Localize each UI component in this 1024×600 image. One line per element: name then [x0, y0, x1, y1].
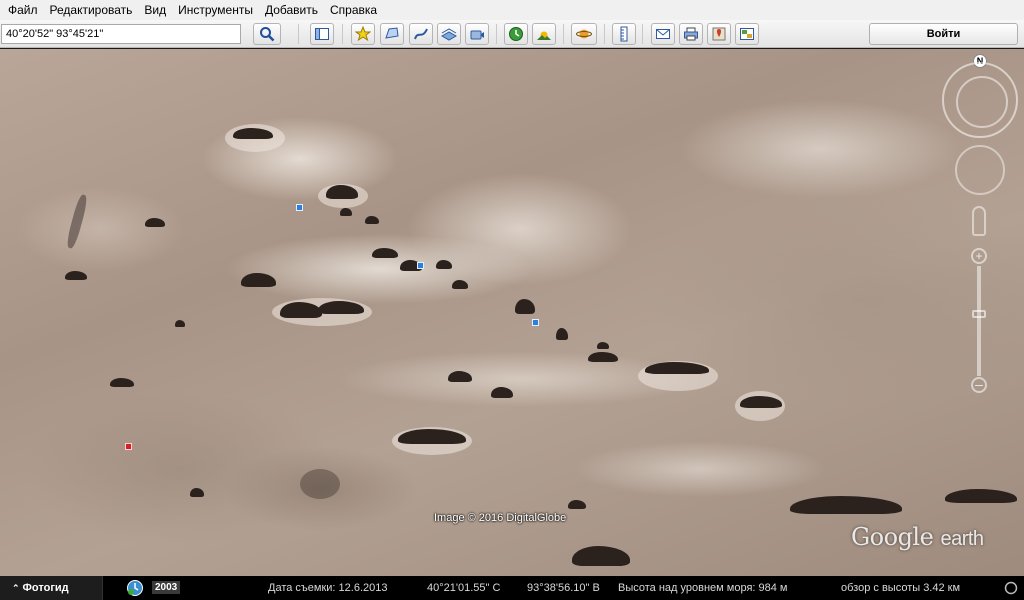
menu-view[interactable]: Вид [140, 0, 174, 20]
menu-help[interactable]: Справка [326, 0, 385, 20]
rock-outcrop [572, 546, 630, 566]
rock-outcrop [568, 500, 586, 509]
rock-outcrop [372, 248, 398, 258]
streaming-indicator-icon [1004, 581, 1018, 595]
map-view[interactable]: Image © 2016 DigitalGlobe Google earth [0, 49, 1024, 576]
dark-depression [300, 469, 340, 499]
print-button[interactable] [679, 23, 703, 45]
planets-button[interactable] [571, 23, 597, 45]
longitude-readout: 93°38'56.10" В [527, 582, 600, 594]
rock-outcrop [597, 342, 609, 349]
rock-outcrop [945, 489, 1017, 503]
clock-icon [509, 27, 523, 41]
eye-altitude-readout: обзор с высоты 3.42 км [841, 582, 961, 594]
sidebar-toggle-button[interactable] [310, 23, 334, 45]
polygon-icon [385, 27, 399, 39]
rock-outcrop [326, 185, 358, 199]
rock-outcrop [145, 218, 165, 227]
rock-outcrop [175, 320, 185, 327]
status-bar: ⌃ Фотогид 2003 Дата съемки: 12.6.2013 40… [0, 576, 1024, 600]
save-image-button[interactable] [735, 23, 759, 45]
placemark-pin[interactable] [532, 319, 539, 326]
rock-outcrop [491, 387, 513, 398]
signin-button[interactable]: Войти [869, 23, 1018, 45]
menu-edit[interactable]: Редактировать [46, 0, 141, 20]
add-placemark-button[interactable] [351, 23, 375, 45]
record-tour-button[interactable] [465, 23, 489, 45]
zoom-slider-thumb[interactable] [972, 310, 986, 318]
search-input[interactable] [1, 24, 241, 44]
search-button[interactable] [253, 23, 281, 45]
add-path-button[interactable] [409, 23, 433, 45]
rock-outcrop [241, 273, 276, 287]
add-polygon-button[interactable] [380, 23, 404, 45]
google-earth-logo: Google earth [851, 523, 984, 551]
imagery-year-badge[interactable]: 2003 [152, 581, 181, 594]
menu-bar: Файл Редактировать Вид Инструменты Добав… [0, 0, 1024, 20]
tour-guide-label: Фотогид [22, 582, 69, 594]
menu-add[interactable]: Добавить [261, 0, 326, 20]
placemark-pin[interactable] [417, 262, 424, 269]
rock-outcrop [452, 280, 468, 289]
printer-icon [684, 27, 698, 41]
image-credit: Image © 2016 DigitalGlobe [434, 512, 567, 524]
sun-icon [537, 31, 551, 40]
menu-tools[interactable]: Инструменты [174, 0, 261, 20]
chevron-up-icon: ⌃ [12, 582, 20, 593]
latitude-readout: 40°21'01.55" С [427, 582, 501, 594]
search-icon [260, 27, 275, 42]
rock-outcrop [110, 378, 134, 387]
camera-icon [470, 30, 484, 40]
planet-icon [576, 29, 592, 39]
placemark-pin[interactable] [125, 443, 132, 450]
ruler-button[interactable] [612, 23, 636, 45]
menu-file[interactable]: Файл [4, 0, 46, 20]
move-joystick[interactable] [955, 145, 1005, 195]
rock-outcrop [556, 328, 568, 340]
look-around-ring[interactable] [942, 62, 1018, 138]
pushpin-icon [355, 26, 371, 42]
rock-outcrop [190, 488, 204, 497]
zoom-out-button[interactable]: – [971, 377, 987, 393]
maps-icon [712, 27, 726, 41]
elevation-readout: Высота над уровнем моря: 984 м [618, 582, 788, 594]
zoom-slider-track[interactable] [977, 266, 981, 376]
rock-outcrop [365, 216, 379, 224]
rock-outcrop [436, 260, 452, 269]
toolbar: Войти [0, 20, 1024, 48]
placemark-pin[interactable] [296, 204, 303, 211]
path-icon [414, 28, 428, 40]
image-overlay-icon [441, 28, 457, 41]
add-overlay-button[interactable] [437, 23, 461, 45]
gully [65, 193, 89, 250]
save-image-icon [740, 28, 754, 40]
imagery-date: Дата съемки: 12.6.2013 [268, 582, 388, 594]
rock-outcrop [645, 362, 709, 374]
historical-clock-icon[interactable] [126, 579, 144, 597]
rock-outcrop [318, 301, 364, 314]
email-icon [656, 29, 670, 39]
google-maps-button[interactable] [707, 23, 731, 45]
street-view-person-icon[interactable] [972, 206, 986, 236]
rock-outcrop [448, 371, 472, 382]
rock-outcrop [740, 396, 782, 408]
rock-outcrop [515, 299, 535, 314]
historical-imagery-button[interactable] [504, 23, 528, 45]
rock-outcrop [65, 271, 87, 280]
zoom-in-button[interactable]: + [971, 248, 987, 264]
rock-outcrop [588, 352, 618, 362]
rock-outcrop [340, 208, 352, 216]
sunlight-button[interactable] [532, 23, 556, 45]
rock-outcrop [233, 128, 273, 139]
email-button[interactable] [651, 23, 675, 45]
sidebar-icon [315, 28, 329, 40]
ruler-icon [620, 26, 628, 42]
rock-outcrop [790, 496, 902, 514]
tour-guide-button[interactable]: ⌃ Фотогид [0, 576, 103, 600]
